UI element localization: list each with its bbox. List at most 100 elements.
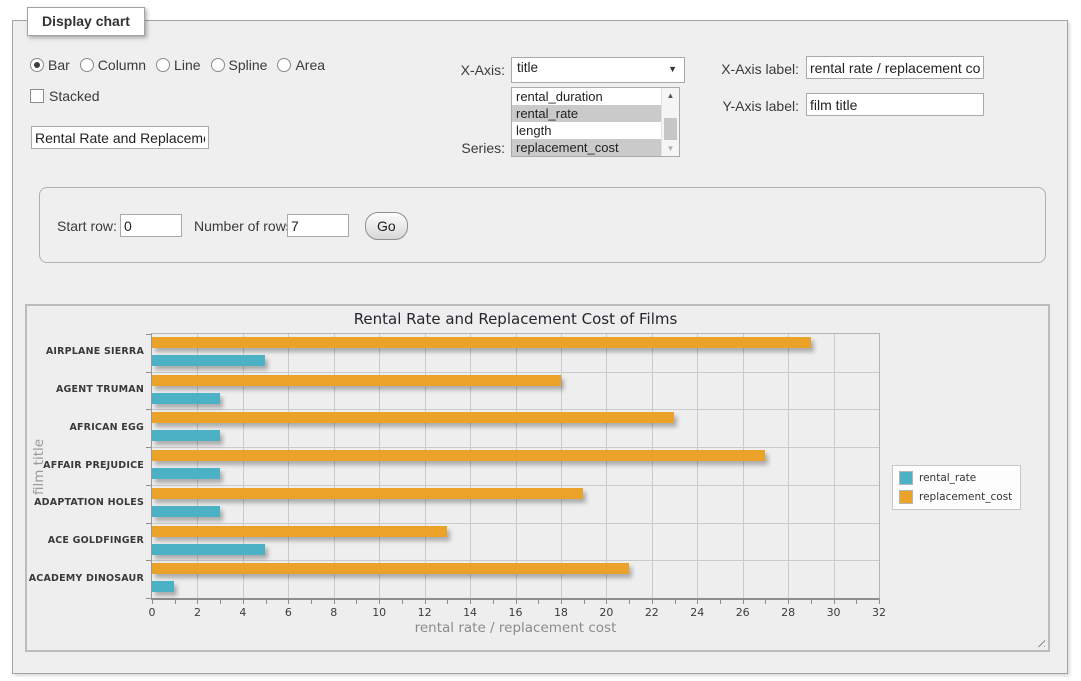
series-scrollbar[interactable]: ▲ ▼	[661, 88, 679, 156]
chart-legend: rental_ratereplacement_cost	[892, 465, 1021, 510]
bar-rental_rate	[152, 544, 265, 555]
category-label: AIRPLANE SIERRA	[27, 346, 144, 357]
radio-icon[interactable]	[80, 58, 94, 72]
chart-type-option-column[interactable]: Column	[80, 57, 146, 73]
x-tick-label: 8	[314, 606, 354, 619]
bar-rental_rate	[152, 468, 220, 479]
display-chart-fieldset: Display chart BarColumnLineSplineArea St…	[12, 20, 1068, 674]
chevron-down-icon: ▼	[668, 64, 677, 74]
x-tick-mark	[197, 600, 198, 604]
gridline-vertical	[425, 334, 426, 598]
x-tick-mark	[720, 600, 721, 604]
x-tick-mark	[243, 600, 244, 604]
radio-icon[interactable]	[156, 58, 170, 72]
scroll-up-icon[interactable]: ▲	[662, 88, 679, 103]
x-axis-label-input[interactable]	[806, 56, 984, 79]
series-option-replacement_cost[interactable]: replacement_cost	[512, 139, 662, 156]
gridline-horizontal	[152, 409, 879, 410]
resize-handle-icon[interactable]	[1034, 636, 1045, 647]
bar-rental_rate	[152, 355, 265, 366]
y-axis-label-input[interactable]	[806, 93, 984, 116]
chart-type-option-spline[interactable]: Spline	[211, 57, 268, 73]
x-tick-mark	[788, 600, 789, 604]
x-axis-label-label: X-Axis label:	[683, 61, 799, 77]
series-listbox[interactable]: rental_durationrental_ratelengthreplacem…	[511, 87, 680, 157]
bar-replacement_cost	[152, 526, 447, 537]
category-label: ACADEMY DINOSAUR	[27, 573, 144, 584]
chart-type-radios: Bar Column Line Spline Area	[30, 57, 325, 73]
x-tick-mark	[675, 600, 676, 604]
x-tick-mark	[606, 600, 607, 604]
series-option-length[interactable]: length	[512, 122, 662, 139]
series-option-rental_rate[interactable]: rental_rate	[512, 105, 662, 122]
scroll-down-icon[interactable]: ▼	[662, 141, 679, 156]
x-tick-label: 6	[268, 606, 308, 619]
stacked-checkbox-row[interactable]: Stacked	[30, 88, 100, 104]
radio-icon[interactable]	[277, 58, 291, 72]
y-tick-mark	[146, 409, 151, 410]
category-label: AGENT TRUMAN	[27, 384, 144, 395]
y-tick-mark	[146, 560, 151, 561]
x-axis-select-label: X-Axis:	[411, 62, 505, 78]
stacked-label: Stacked	[49, 88, 100, 104]
y-tick-mark	[146, 485, 151, 486]
x-tick-label: 30	[814, 606, 854, 619]
series-option-rental_duration[interactable]: rental_duration	[512, 88, 662, 105]
x-tick-mark	[765, 600, 766, 604]
x-tick-mark	[402, 600, 403, 604]
gridline-vertical	[197, 334, 198, 598]
y-tick-mark	[146, 598, 151, 599]
gridline-vertical	[243, 334, 244, 598]
x-tick-label: 32	[859, 606, 899, 619]
chart-type-option-line[interactable]: Line	[156, 57, 200, 73]
x-axis-select[interactable]: title ▼	[511, 57, 685, 83]
x-tick-mark	[834, 600, 835, 604]
legend-swatch	[899, 490, 913, 504]
bar-rental_rate	[152, 581, 174, 592]
chart-type-option-area[interactable]: Area	[277, 57, 325, 73]
legend-item: replacement_cost	[899, 490, 1012, 504]
y-tick-mark	[146, 523, 151, 524]
bar-rental_rate	[152, 430, 220, 441]
gridline-horizontal	[152, 523, 879, 524]
x-tick-mark	[879, 600, 880, 604]
legend-swatch	[899, 471, 913, 485]
gridline-vertical	[288, 334, 289, 598]
x-tick-mark	[538, 600, 539, 604]
chart-type-option-bar[interactable]: Bar	[30, 57, 70, 73]
gridline-vertical	[334, 334, 335, 598]
gridline-vertical	[743, 334, 744, 598]
category-label: AFRICAN EGG	[27, 422, 144, 433]
bar-replacement_cost	[152, 450, 765, 461]
gridline-vertical	[652, 334, 653, 598]
x-tick-mark	[516, 600, 517, 604]
stacked-checkbox[interactable]	[30, 89, 44, 103]
go-button[interactable]: Go	[365, 212, 408, 240]
x-tick-label: 20	[586, 606, 626, 619]
x-tick-mark	[288, 600, 289, 604]
x-tick-mark	[470, 600, 471, 604]
x-tick-mark	[152, 600, 153, 604]
gridline-vertical	[834, 334, 835, 598]
x-tick-label: 4	[223, 606, 263, 619]
number-of-rows-label: Number of rows:	[194, 218, 297, 234]
x-tick-label: 0	[132, 606, 172, 619]
series-options: rental_durationrental_ratelengthreplacem…	[512, 88, 662, 156]
x-tick-mark	[584, 600, 585, 604]
scrollbar-thumb[interactable]	[664, 118, 677, 140]
start-row-input[interactable]	[120, 214, 182, 237]
radio-icon[interactable]	[211, 58, 225, 72]
radio-icon[interactable]	[30, 58, 44, 72]
category-label: ACE GOLDFINGER	[27, 535, 144, 546]
x-tick-label: 16	[496, 606, 536, 619]
x-tick-label: 24	[677, 606, 717, 619]
bar-replacement_cost	[152, 375, 561, 386]
chart-title-input[interactable]	[31, 126, 209, 149]
chart-type-option-label: Column	[98, 57, 146, 73]
x-tick-mark	[379, 600, 380, 604]
number-of-rows-input[interactable]	[287, 214, 349, 237]
x-axis-select-value: title	[517, 60, 538, 75]
gridline-vertical	[606, 334, 607, 598]
gridline-horizontal	[152, 372, 879, 373]
plot-area	[151, 333, 880, 600]
